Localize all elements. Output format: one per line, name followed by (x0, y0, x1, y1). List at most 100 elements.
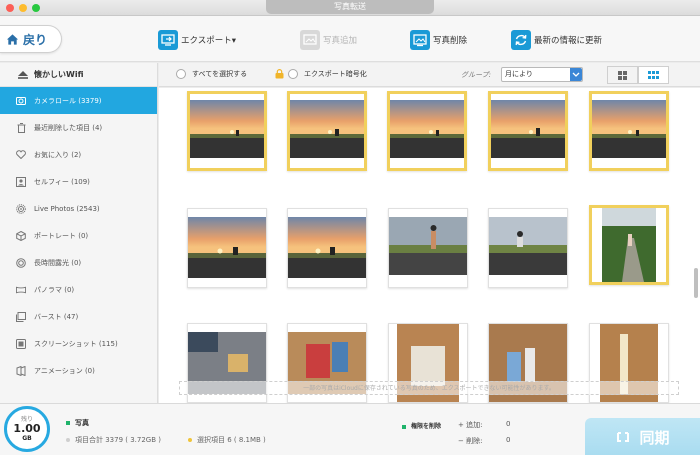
chevron-down-icon (570, 68, 582, 81)
encrypt-label: エクスポート暗号化 (304, 70, 367, 78)
sidebar-item-long-exposure[interactable]: 長時間露光 (0) (0, 249, 157, 276)
sunset-photo (190, 94, 264, 168)
large-grid-icon (618, 70, 627, 80)
refresh-button[interactable]: 最新の情報に更新 (511, 29, 602, 51)
footer-bar: 残り 1.00 GB 写真 項目合計 3379 ( 3.72GB ) 選択項目 … (0, 403, 700, 455)
permission-dot (402, 424, 406, 429)
sidebar-item-label: セルフィー (109) (34, 177, 90, 186)
title-bar: 写真転送 (0, 0, 700, 16)
filter-bar: すべてを選択する エクスポート暗号化 グループ: 月により (159, 63, 700, 87)
cube-icon (16, 230, 26, 241)
encrypt-check-circle[interactable] (288, 69, 298, 79)
maximize-window-button[interactable] (32, 4, 40, 12)
group-select[interactable]: 月により (501, 67, 583, 82)
sidebar-item-panorama[interactable]: パノラマ (0) (0, 276, 157, 303)
delete-value: 0 (506, 436, 511, 444)
delete-photos-button[interactable]: 写真削除 (410, 29, 467, 51)
add-count: + 追加: 0 (458, 420, 510, 430)
burst-icon (16, 311, 26, 322)
photo-thumbnail[interactable] (589, 205, 669, 285)
sync-icon (617, 432, 630, 442)
large-grid-view-button[interactable] (607, 66, 638, 84)
sunset-photo (491, 94, 565, 168)
delete-photos-label: 写真削除 (433, 36, 468, 46)
sidebar-item-screenshots[interactable]: スクリーンショット (115) (0, 330, 157, 357)
add-photos-button[interactable]: 写真追加 (300, 29, 357, 51)
sidebar-item-label: スクリーンショット (115) (34, 339, 118, 348)
delete-count: − 削除: 0 (458, 436, 510, 446)
eject-icon[interactable] (18, 70, 28, 79)
photo-thumbnail[interactable] (387, 91, 467, 171)
sidebar-item-label: パノラマ (0) (34, 285, 75, 294)
tree-path-photo (592, 208, 666, 282)
sidebar-item-label: カメラロール (3379) (34, 96, 102, 105)
select-all-checkbox[interactable]: すべてを選択する (176, 69, 247, 79)
refresh-icon (511, 30, 531, 50)
selected-label: 選択項目 6 ( 8.1MB ) (197, 436, 266, 444)
sunset-photo (188, 209, 266, 287)
window-title: 写真転送 (266, 0, 434, 14)
photo-thumbnail[interactable] (488, 91, 568, 171)
back-button[interactable]: 戻り (0, 25, 62, 53)
sync-label: 同期 (639, 428, 670, 447)
sidebar: 懐かしいWifi カメラロール (3379) 最近削除した項目 (4) お気に入… (0, 63, 158, 403)
select-all-label: すべてを選択する (192, 70, 248, 78)
export-encrypt-checkbox[interactable]: エクスポート暗号化 (275, 69, 367, 79)
sunset-photo (390, 94, 464, 168)
selfie-icon (16, 176, 26, 187)
sidebar-item-live-photos[interactable]: Live Photos (2543) (0, 195, 157, 222)
sidebar-item-selfies[interactable]: セルフィー (109) (0, 168, 157, 195)
back-label: 戻り (23, 32, 48, 47)
delete-label: − 削除: (458, 437, 483, 445)
sync-button[interactable]: 同期 (585, 418, 700, 455)
live-photo-icon (16, 203, 26, 214)
photo-thumbnail[interactable] (589, 91, 669, 171)
photo-thumbnail[interactable] (187, 208, 267, 288)
close-window-button[interactable] (6, 4, 14, 12)
total-label: 項目合計 3379 ( 3.72GB ) (75, 436, 161, 444)
photo-thumbnail[interactable] (187, 91, 267, 171)
photo-thumbnail[interactable] (488, 208, 568, 288)
sidebar-item-burst[interactable]: バースト (47) (0, 303, 157, 330)
sunset-photo (592, 94, 666, 168)
small-grid-view-button[interactable] (638, 66, 669, 84)
person-field-photo (489, 209, 567, 287)
long-exposure-icon (16, 257, 26, 268)
storage-value: 1.00 (13, 422, 41, 435)
add-photo-icon (300, 30, 320, 50)
sidebar-item-camera-roll[interactable]: カメラロール (3379) (0, 87, 157, 114)
scrollbar[interactable] (694, 268, 698, 298)
sidebar-item-label: バースト (47) (34, 312, 79, 321)
heart-icon (16, 150, 26, 160)
sidebar-item-recently-deleted[interactable]: 最近削除した項目 (4) (0, 114, 157, 141)
toolbar: 戻り エクスポート▾ 写真追加 写真削除 最新の情報に更新 (0, 16, 700, 62)
export-label: エクスポート▾ (181, 36, 237, 46)
storage-gauge: 残り 1.00 GB (4, 406, 50, 452)
export-button[interactable]: エクスポート▾ (158, 29, 236, 51)
minimize-window-button[interactable] (19, 4, 27, 12)
panorama-icon (16, 285, 26, 295)
group-select-value: 月により (505, 70, 533, 78)
photo-thumbnail[interactable] (287, 91, 367, 171)
total-dot (66, 438, 70, 442)
sidebar-item-favorites[interactable]: お気に入り (2) (0, 141, 157, 168)
select-all-check-circle[interactable] (176, 69, 186, 79)
camera-icon (16, 96, 26, 106)
icloud-note: 一部の写真はiCloudに保存されている写真のため、エクスポートできない可能性が… (179, 381, 679, 395)
storage-unit: GB (22, 435, 32, 442)
view-toggle (607, 66, 669, 84)
photo-thumbnail[interactable] (388, 208, 468, 288)
device-row[interactable]: 懐かしいWifi (0, 63, 157, 87)
permission-delete: 権限を削除 (402, 421, 441, 430)
selected-dot (188, 438, 192, 442)
permission-label: 権限を削除 (411, 423, 442, 430)
delete-photo-icon (410, 30, 430, 50)
small-grid-icon (648, 71, 659, 79)
sidebar-item-animations[interactable]: アニメーション (0) (0, 357, 157, 384)
sunset-photo (288, 209, 366, 287)
sidebar-item-label: お気に入り (2) (34, 150, 82, 159)
sidebar-item-portrait[interactable]: ポートレート (0) (0, 222, 157, 249)
photo-thumbnail[interactable] (287, 208, 367, 288)
group-label: グループ: (461, 71, 491, 79)
sidebar-item-label: Live Photos (2543) (34, 204, 100, 213)
